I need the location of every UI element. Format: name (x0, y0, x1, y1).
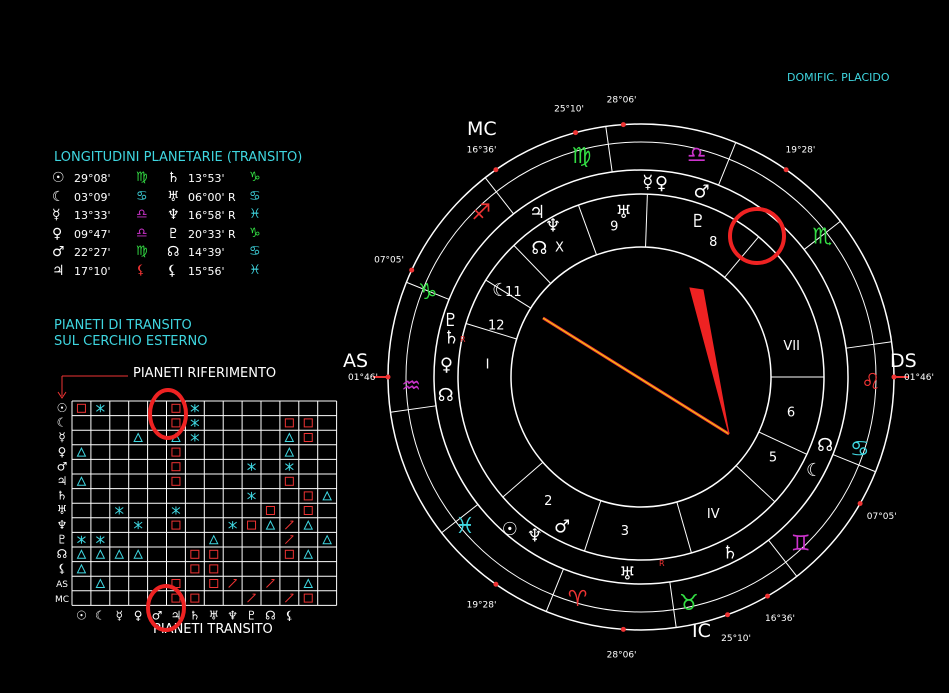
house-cusp (583, 500, 602, 552)
ic-label: IC (692, 620, 711, 642)
planet-glyph: ☊ (817, 435, 833, 456)
house-number: 12 (488, 318, 505, 333)
cusp-degree-label: 25°10' (554, 104, 584, 114)
planet-glyph: ☾ (806, 460, 822, 481)
house-number: I (486, 358, 490, 373)
cusp-degree-label: 28°06' (607, 96, 637, 106)
sign-divider (669, 581, 677, 628)
cusp-dot (620, 122, 626, 128)
zodiac-sign-glyph: ♎ (687, 143, 707, 168)
cusp-degree-label: 19°28' (467, 601, 497, 611)
wheel-ring (510, 246, 772, 508)
planet-glyph: ♂ (554, 516, 570, 537)
cusp-dot (620, 626, 626, 632)
retrograde-marker: R (460, 335, 466, 344)
cusp-degree-label: 07°05' (374, 256, 404, 266)
planet-glyph: ☉ (502, 519, 518, 540)
planet-glyph: ♄ (722, 543, 738, 564)
planet-glyph: ☾ (492, 280, 508, 301)
planet-glyph: ♀ (440, 354, 453, 375)
zodiac-sign-glyph: ♐ (471, 201, 491, 226)
sign-divider (390, 405, 437, 413)
cusp-degree-label: 25°10' (721, 634, 751, 644)
planet-glyph: ♃ (529, 202, 545, 223)
planet-glyph: ♆ (527, 526, 543, 547)
house-number: 3 (621, 524, 629, 539)
house-number: 5 (769, 450, 777, 465)
zodiac-sign-glyph: ♊ (791, 531, 811, 556)
house-number: IV (707, 507, 720, 522)
house-cusp (577, 204, 598, 256)
cusp-degree-label: 16°36' (467, 145, 497, 155)
house-number: 6 (787, 406, 795, 421)
zodiac-sign-glyph: ♋ (850, 437, 870, 462)
planet-glyph: ♅ (619, 564, 635, 585)
cusp-dot (765, 593, 770, 599)
retrograde-marker: R (659, 559, 665, 568)
house-cusp (676, 501, 692, 554)
planet-glyph: ♇ (690, 211, 706, 232)
planet-glyph: ♀ (655, 173, 668, 194)
aspect-line-core (542, 317, 730, 435)
zodiac-sign-glyph: ♈ (568, 587, 588, 612)
sign-divider (545, 568, 564, 612)
mc-label: MC (467, 118, 497, 140)
planet-glyph: ☊ (531, 238, 547, 259)
house-number: 2 (544, 494, 552, 509)
cusp-dot (493, 581, 499, 587)
cusp-degree-label: 16°36' (765, 614, 795, 624)
house-cusp (735, 465, 776, 503)
zodiac-sign-glyph: ♑ (418, 280, 438, 305)
wheel-ring (457, 193, 825, 561)
natal-wheel: 98VII65IV32I1211X♍ ♎♏♌♋♊♉♈♓♒♑♐28°06'19°28… (348, 96, 934, 661)
house-cusp (645, 194, 648, 248)
cusp-dot (725, 612, 731, 618)
cusp-degree-label: 28°06' (607, 650, 637, 660)
cusp-dot (493, 167, 499, 173)
cusp-dot (891, 374, 897, 380)
house-cusp (758, 431, 808, 455)
sign-divider (845, 341, 892, 349)
cusp-degree-label: 07°05' (867, 512, 897, 522)
cusp-dot (857, 501, 863, 506)
cusp-dot (409, 267, 415, 273)
planet-glyph: ♂ (693, 182, 709, 203)
house-number: VII (783, 339, 800, 354)
planet-glyph: ♆ (545, 216, 561, 237)
cusp-dot (783, 167, 789, 173)
cusp-degree-label: 01°46' (904, 373, 934, 383)
zodiac-sign-glyph: ♏ (812, 224, 832, 249)
planet-glyph: ☊ (438, 385, 454, 406)
sign-divider (718, 142, 737, 186)
planet-glyph: ♄ (443, 328, 459, 349)
as-label: AS (343, 350, 369, 372)
house-number: X (555, 240, 564, 255)
ds-label: DS (890, 350, 917, 372)
zodiac-sign-glyph: ♉ (679, 591, 699, 616)
cusp-dot (573, 130, 579, 136)
zodiac-sign-glyph: ♌ (861, 370, 881, 395)
cusp-degree-label: 01°46' (348, 373, 378, 383)
house-number: 8 (709, 235, 717, 250)
planet-glyph: ♅ (615, 202, 631, 223)
cusp-degree-label: 19°28' (786, 145, 816, 155)
zodiac-sign-glyph: ♓ (455, 514, 475, 539)
planet-glyph: ☿ (642, 172, 653, 193)
zodiac-sign-glyph: ♒ (401, 374, 421, 399)
sign-divider (605, 126, 613, 173)
zodiac-sign-glyph: ♍ (572, 144, 592, 169)
chart-canvas: DOMIFIC. PLACIDO LONGITUDINI PLANETARIE … (0, 0, 949, 693)
house-cusp (502, 461, 544, 498)
cusp-dot (385, 374, 391, 380)
